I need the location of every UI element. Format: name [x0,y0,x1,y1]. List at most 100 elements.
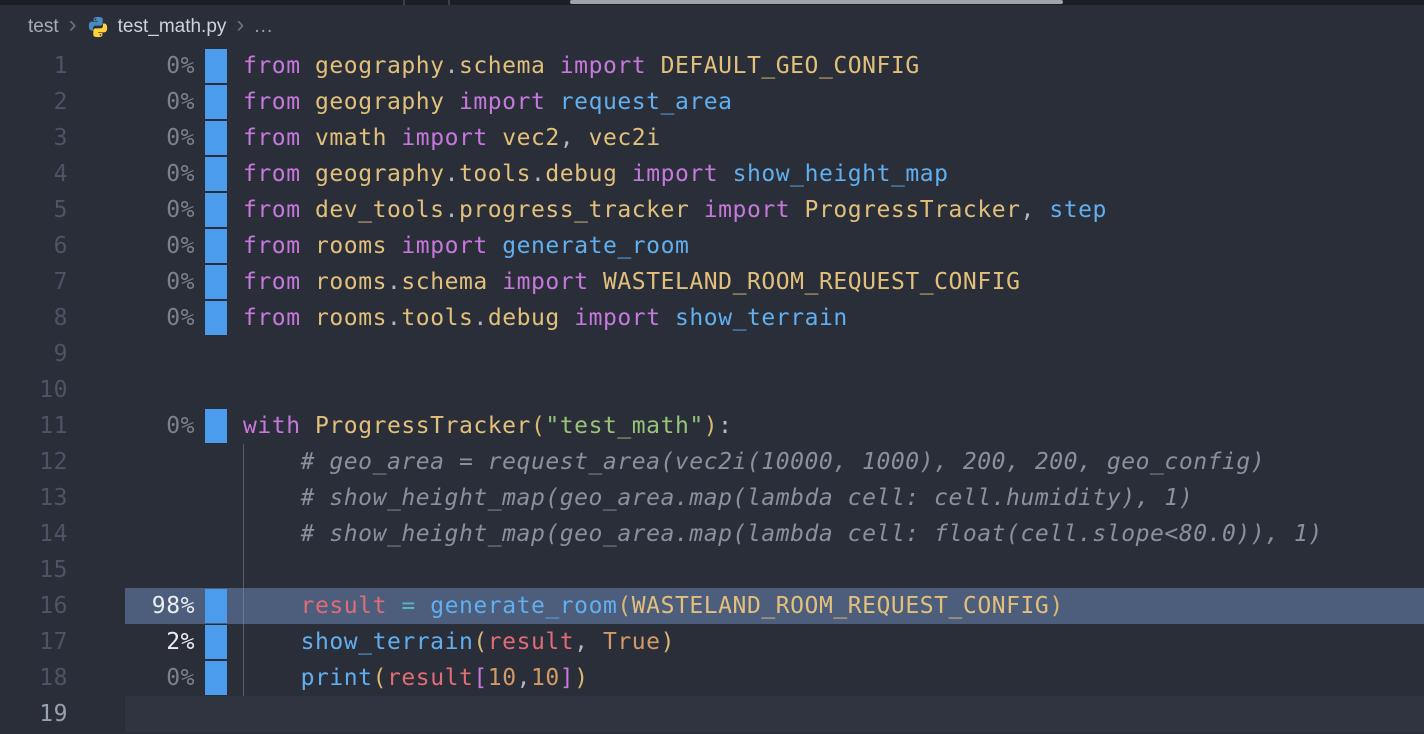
line-number[interactable]: 3 [0,120,68,156]
line-number[interactable]: 16 [0,588,68,624]
code-area: 10%from geography.schema import DEFAULT_… [0,48,1424,732]
code-token: [ [473,665,487,691]
coverage-marker [205,409,227,443]
line-number[interactable]: 9 [0,336,68,372]
line-number[interactable]: 10 [0,372,68,408]
code-token: from [243,305,301,331]
code-token: generate_room [430,593,617,619]
code-token [301,53,315,79]
code-token [545,53,559,79]
code-text: print(result[10,10]) [243,660,589,696]
line-number[interactable]: 17 [0,624,68,660]
breadcrumb-file[interactable]: test_math.py [118,16,227,38]
code-token: ProgressTracker [315,413,531,439]
code-token: import [401,233,487,259]
line-number[interactable]: 15 [0,552,68,588]
code-line[interactable]: 13 # show_height_map(geo_area.map(lambda… [0,480,1424,516]
code-line[interactable]: 10%from geography.schema import DEFAULT_… [0,48,1424,84]
line-number[interactable]: 13 [0,480,68,516]
code-token: , [517,665,531,691]
line-number[interactable]: 6 [0,228,68,264]
code-line[interactable]: 110%with ProgressTracker("test_math"): [0,408,1424,444]
code-line[interactable]: 15 [0,552,1424,588]
code-line[interactable]: 14 # show_height_map(geo_area.map(lambda… [0,516,1424,552]
code-token: result [387,665,473,691]
code-token: WASTELAND_ROOM_REQUEST_CONFIG [603,269,1021,295]
code-token: , [1021,197,1035,223]
code-text: from rooms.tools.debug import show_terra… [243,300,848,336]
code-token [661,305,675,331]
code-line[interactable]: 60% from rooms import generate_room [0,228,1424,264]
code-line[interactable]: 50%from dev_tools.progress_tracker impor… [0,192,1424,228]
code-line[interactable]: 19 [0,696,1424,732]
code-line[interactable]: 172% show_terrain(result, True) [0,624,1424,660]
code-token: , [560,125,574,151]
code-token: . [445,197,459,223]
breadcrumb-symbol-ellipsis[interactable]: ... [254,16,273,38]
code-token: . [445,53,459,79]
chevron-right-icon: › [69,13,77,37]
code-token [387,233,401,259]
code-token [689,197,703,223]
code-token: generate_room [502,233,689,259]
code-line[interactable]: 180% print(result[10,10]) [0,660,1424,696]
coverage-marker [205,49,227,83]
coverage-marker [205,229,227,263]
code-token: with [243,413,301,439]
coverage-percent: 0% [68,156,195,192]
code-token: step [1049,197,1107,223]
code-token: : [718,413,732,439]
line-number[interactable]: 1 [0,48,68,84]
horizontal-scrollbar[interactable] [570,0,1063,4]
code-token [301,305,315,331]
code-text: # geo_area = request_area(vec2i(10000, 1… [243,444,1265,480]
code-token [301,197,315,223]
line-number[interactable]: 12 [0,444,68,480]
chevron-right-icon: › [236,13,244,37]
code-line[interactable]: 20%from geography import request_area [0,84,1424,120]
tab-separator [448,0,450,5]
tab-separator [403,0,405,5]
code-line[interactable]: 30%from vmath import vec2, vec2i [0,120,1424,156]
code-token: geography [315,89,445,115]
code-text: from rooms import generate_room [243,228,689,264]
code-token: ] [560,665,574,691]
code-token: progress_tracker [459,197,689,223]
code-token: ProgressTracker [805,197,1021,223]
coverage-percent: 0% [68,228,195,264]
code-token: import [459,89,545,115]
code-token [243,665,301,691]
line-number[interactable]: 8 [0,300,68,336]
code-line[interactable]: 1698% result = generate_room(WASTELAND_R… [0,588,1424,624]
code-line[interactable]: 80%from rooms.tools.debug import show_te… [0,300,1424,336]
code-token: vec2 [502,125,560,151]
coverage-marker [205,589,227,623]
code-token: DEFAULT_GEO_CONFIG [661,53,920,79]
code-token [387,125,401,151]
line-number[interactable]: 5 [0,192,68,228]
line-number[interactable]: 11 [0,408,68,444]
code-line[interactable]: 70%from rooms.schema import WASTELAND_RO… [0,264,1424,300]
line-number[interactable]: 14 [0,516,68,552]
code-line[interactable]: 10 [0,372,1424,408]
code-line[interactable]: 12 # geo_area = request_area(vec2i(10000… [0,444,1424,480]
code-token: import [560,53,646,79]
code-token: . [473,305,487,331]
code-token [301,89,315,115]
current-line-highlight [125,696,1424,732]
code-token: print [301,665,373,691]
code-line[interactable]: 40%from geography.tools.debug import sho… [0,156,1424,192]
code-token: # show_height_map(geo_area.map(lambda ce… [243,521,1323,547]
code-token: ) [661,629,675,655]
line-number[interactable]: 18 [0,660,68,696]
code-token: show_terrain [675,305,848,331]
line-number[interactable]: 19 [0,696,68,732]
breadcrumb-folder[interactable]: test [28,16,59,38]
code-token: ( [531,413,545,439]
code-token: dev_tools [315,197,445,223]
line-number[interactable]: 7 [0,264,68,300]
line-number[interactable]: 2 [0,84,68,120]
line-number[interactable]: 4 [0,156,68,192]
code-token: ) [704,413,718,439]
code-line[interactable]: 9 [0,336,1424,372]
